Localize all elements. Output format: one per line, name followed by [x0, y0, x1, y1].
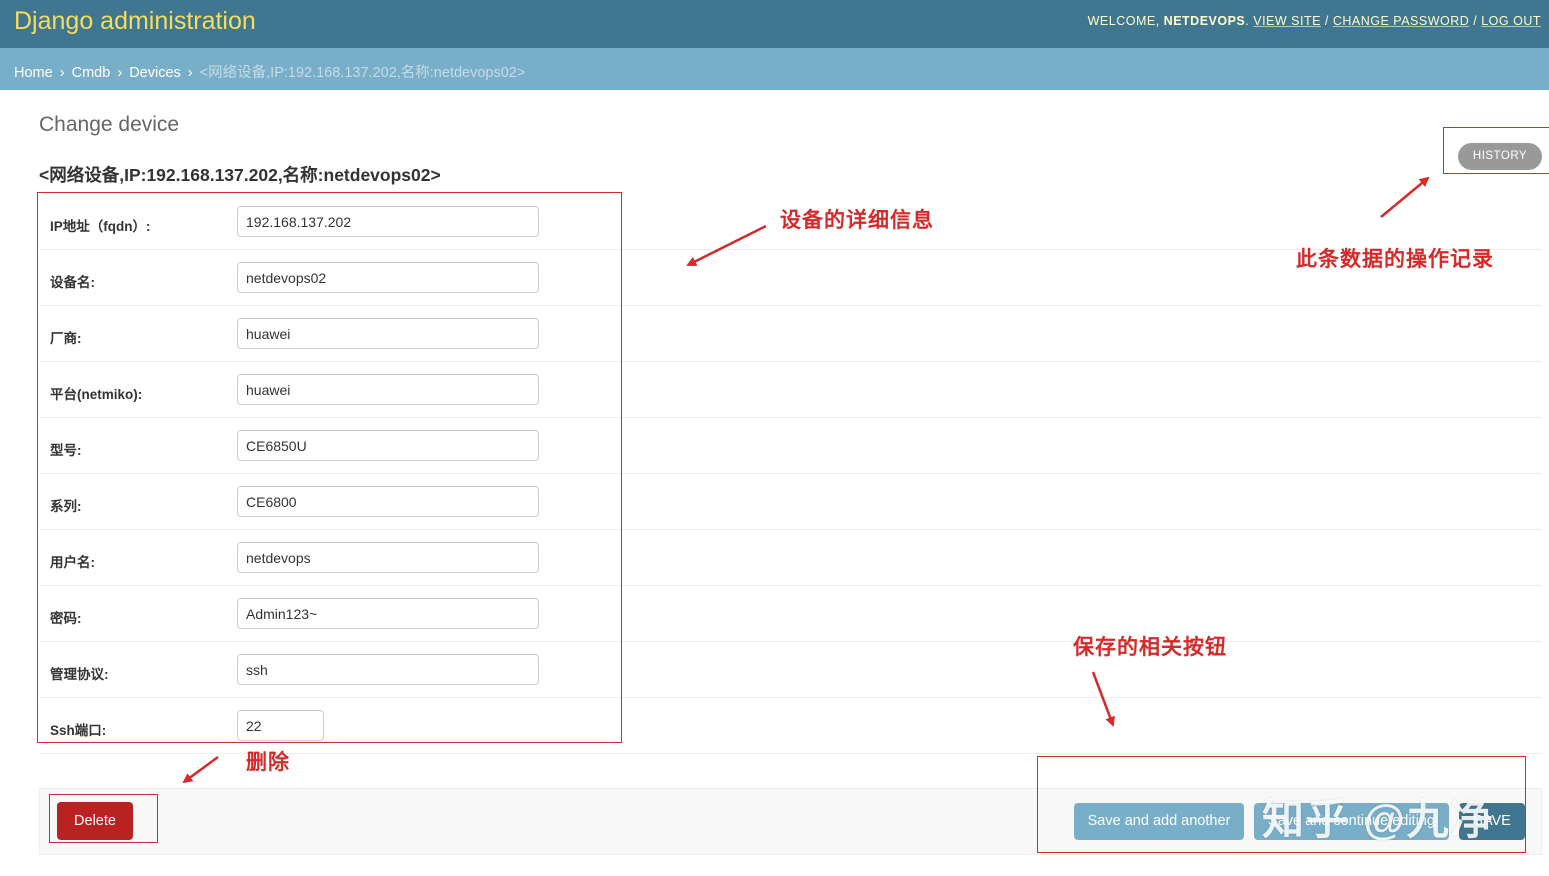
- arrow-to-details: [686, 224, 767, 267]
- annotation-arrows: [182, 176, 1430, 784]
- arrow-to-delete: [182, 755, 219, 784]
- arrow-to-save-buttons: [1091, 671, 1115, 727]
- arrow-to-history: [1380, 176, 1430, 218]
- watermark: 知乎 @九净: [1262, 796, 1495, 843]
